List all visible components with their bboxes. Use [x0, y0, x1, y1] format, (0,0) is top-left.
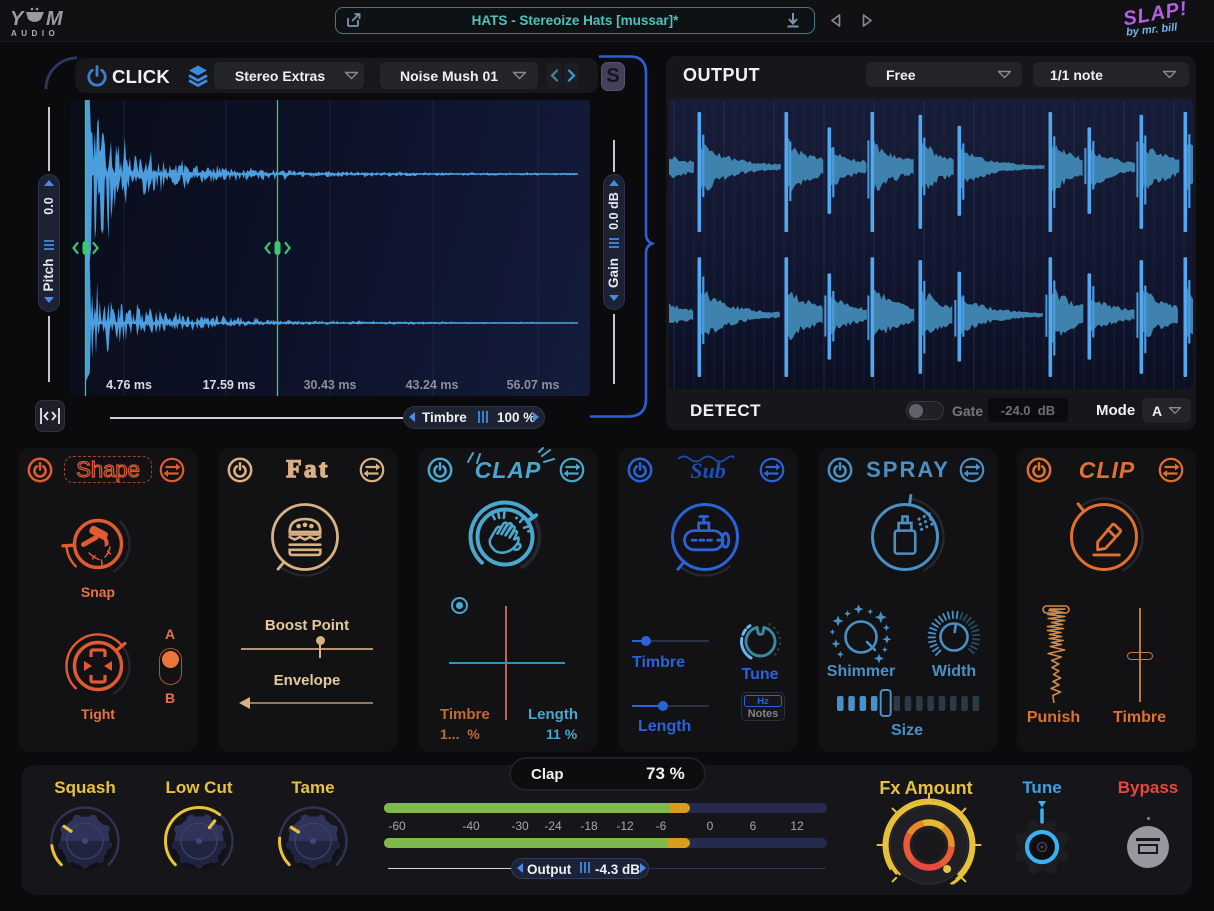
svg-text:Y: Y	[10, 8, 25, 30]
svg-text:AUDIO: AUDIO	[11, 29, 59, 38]
svg-text:M: M	[46, 8, 64, 30]
